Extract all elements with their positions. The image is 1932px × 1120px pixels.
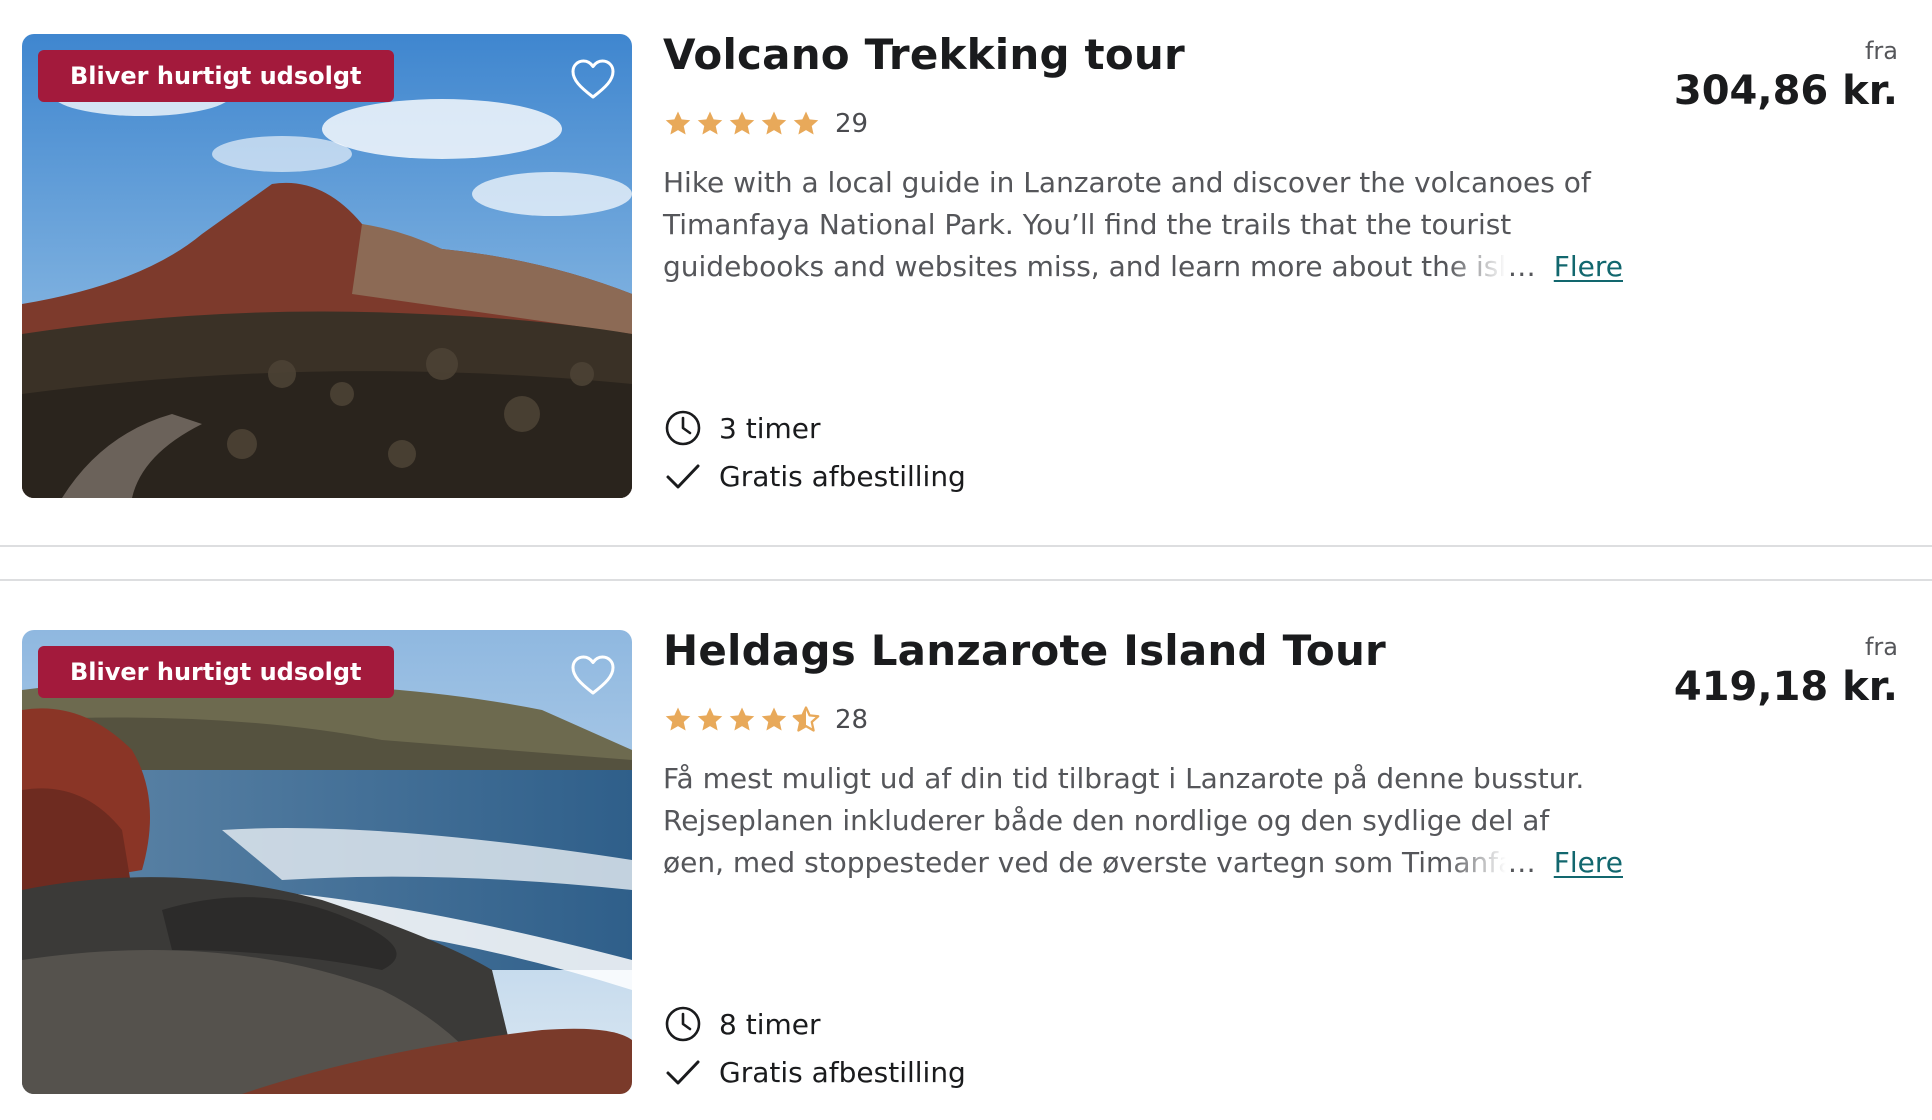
description-line: Hike with a local guide in Lanzarote and… xyxy=(663,166,1591,199)
checkmark-icon xyxy=(666,464,700,489)
star-icon xyxy=(697,707,723,731)
review-count: 29 xyxy=(835,109,869,139)
star-half-icon xyxy=(792,706,820,732)
divider xyxy=(0,545,1932,547)
coastline-landscape-image xyxy=(22,630,632,1094)
duration-info: 8 timer xyxy=(663,1004,821,1044)
tour-description: Hike with a local guide in Lanzarote and… xyxy=(663,162,1623,288)
tour-card[interactable]: Bliver hurtigt udsolgt Heldags Lanzarote… xyxy=(0,596,1932,1116)
tour-photo[interactable]: Bliver hurtigt udsolgt xyxy=(22,34,632,498)
tour-card[interactable]: Bliver hurtigt udsolgt Volcano Trekking … xyxy=(0,0,1932,520)
duration-label: 8 timer xyxy=(719,1007,821,1041)
cancellation-label: Gratis afbestilling xyxy=(719,1055,966,1089)
cancellation-info: Gratis afbestilling xyxy=(663,1052,966,1092)
heart-outline-icon xyxy=(571,655,615,695)
price-from-label: fra xyxy=(1864,633,1898,661)
price-value: 304,86 kr. xyxy=(1673,68,1898,114)
review-count: 28 xyxy=(835,705,869,735)
cancellation-label: Gratis afbestilling xyxy=(719,459,966,493)
duration-label: 3 timer xyxy=(719,411,821,445)
clock-icon xyxy=(665,410,701,446)
star-icon xyxy=(665,111,691,135)
clock-icon xyxy=(665,1006,701,1042)
rating: 29 xyxy=(663,104,868,144)
selling-out-fast-badge: Bliver hurtigt udsolgt xyxy=(38,646,394,698)
star-icon xyxy=(761,111,787,135)
star-icon xyxy=(761,707,787,731)
description-line: øen, med stoppesteder ved de øverste var… xyxy=(663,846,1506,879)
volcano-landscape-image xyxy=(22,34,632,498)
cancellation-info: Gratis afbestilling xyxy=(663,456,966,496)
price-block: fra 304,86 kr. xyxy=(1674,36,1898,116)
tour-results-list: Bliver hurtigt udsolgt Volcano Trekking … xyxy=(0,0,1932,1120)
more-link[interactable]: Flere xyxy=(1554,842,1623,884)
truncation-ellipsis: … xyxy=(1507,846,1536,879)
star-icon xyxy=(729,707,755,731)
price-block: fra 419,18 kr. xyxy=(1674,632,1898,712)
truncation-ellipsis: … xyxy=(1507,250,1536,283)
divider xyxy=(0,579,1932,581)
favorite-button[interactable] xyxy=(570,654,616,696)
checkmark-icon xyxy=(666,1060,700,1085)
star-icon xyxy=(665,707,691,731)
price-value: 419,18 kr. xyxy=(1673,664,1898,710)
price-from-label: fra xyxy=(1864,37,1898,65)
favorite-button[interactable] xyxy=(570,58,616,100)
star-icon xyxy=(729,111,755,135)
description-line: Timanfaya National Park. You’ll find the… xyxy=(663,208,1512,241)
description-line: guidebooks and websites miss, and learn … xyxy=(663,250,1506,283)
heart-outline-icon xyxy=(571,59,615,99)
star-icon xyxy=(793,111,819,135)
description-line: Rejseplanen inkluderer både den nordlige… xyxy=(663,804,1550,837)
description-line: Få mest muligt ud af din tid tilbragt i … xyxy=(663,762,1585,795)
rating-stars xyxy=(663,109,821,139)
tour-title[interactable]: Volcano Trekking tour xyxy=(663,30,1185,79)
rating-stars xyxy=(663,705,821,735)
star-icon xyxy=(697,111,723,135)
rating: 28 xyxy=(663,700,868,740)
selling-out-fast-badge: Bliver hurtigt udsolgt xyxy=(38,50,394,102)
tour-description: Få mest muligt ud af din tid tilbragt i … xyxy=(663,758,1623,884)
more-link[interactable]: Flere xyxy=(1554,246,1623,288)
tour-photo[interactable]: Bliver hurtigt udsolgt xyxy=(22,630,632,1094)
tour-title[interactable]: Heldags Lanzarote Island Tour xyxy=(663,626,1386,675)
duration-info: 3 timer xyxy=(663,408,821,448)
